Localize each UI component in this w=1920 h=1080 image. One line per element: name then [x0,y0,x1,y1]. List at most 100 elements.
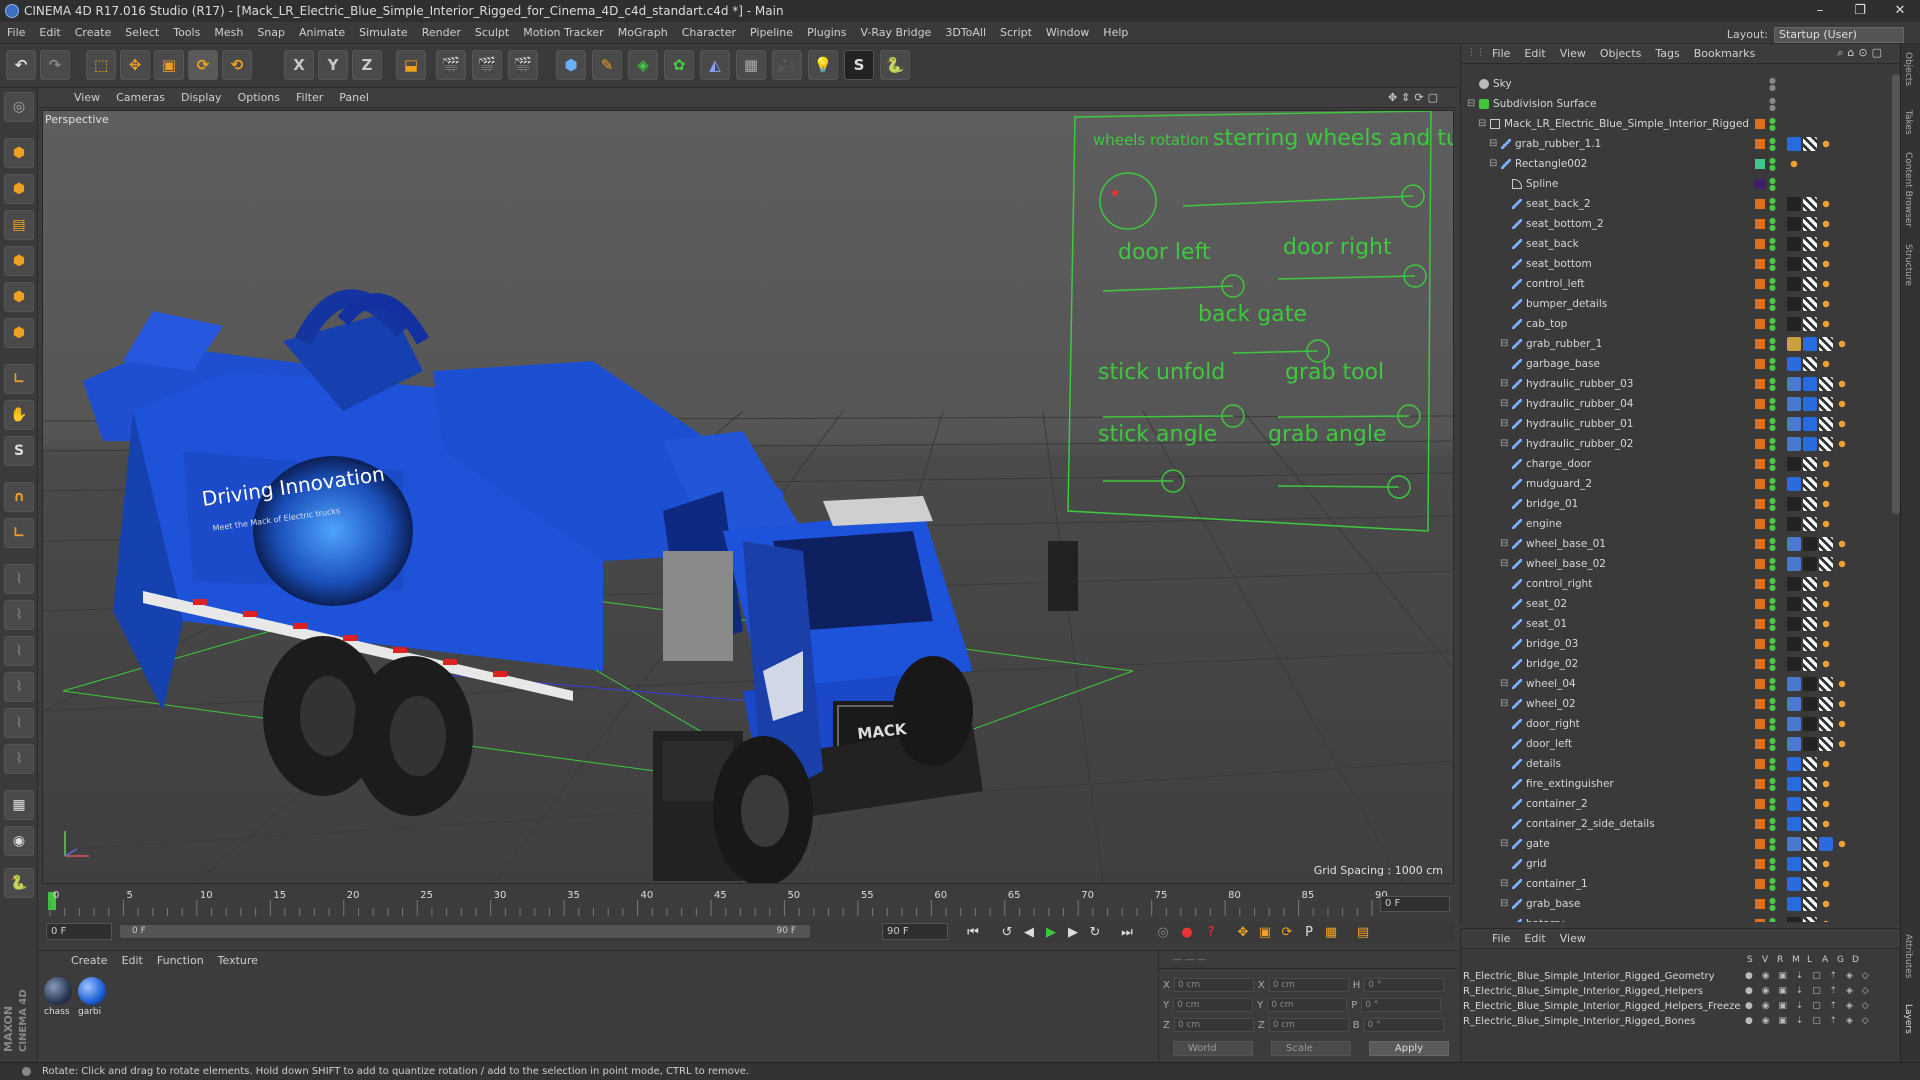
object-menu-edit[interactable]: Edit [1517,44,1552,64]
render-picture-viewer-icon[interactable]: 🎬 [472,50,502,80]
key-parameter-icon[interactable]: P [1298,922,1320,942]
object-row-grab-base[interactable]: ⊟ grab_base ● ● [1461,894,1891,914]
menu-v-ray-bridge[interactable]: V-Ray Bridge [853,22,938,44]
magnet-icon[interactable]: ∩ [4,482,34,512]
menu-3dtoall[interactable]: 3DToAll [938,22,993,44]
object-tag-icon[interactable] [1819,277,1833,291]
layer-menu-view[interactable]: View [1553,929,1593,949]
layer-color-swatch[interactable] [1755,219,1765,229]
object-tag-icon[interactable] [1819,377,1833,391]
layer-color-swatch[interactable] [1755,779,1765,789]
object-tag-icon[interactable] [1819,877,1833,891]
object-tag-icon[interactable] [1819,517,1833,531]
object-tag-icon[interactable] [1803,817,1817,831]
object-row-details[interactable]: details ● ● [1461,754,1891,774]
object-tag-icon[interactable] [1787,817,1801,831]
object-row-bumper-details[interactable]: bumper_details ● ● [1461,294,1891,314]
object-tag-icon[interactable] [1787,357,1801,371]
visibility-dots-icon[interactable]: ● ● [1769,817,1776,832]
key-rotation-icon[interactable]: ⟳ [1276,922,1298,942]
layer-menu-edit[interactable]: Edit [1517,929,1552,949]
object-tag-icon[interactable] [1819,437,1833,451]
timeline-ruler[interactable]: 051015202530354045505560657075808590 0 F [42,886,1454,922]
object-tag-icon[interactable] [1803,857,1817,871]
object-tag-icon[interactable] [1803,137,1817,151]
visibility-dots-icon[interactable]: ● ● [1769,277,1776,292]
layer-color-swatch[interactable] [1755,139,1765,149]
object-tag-icon[interactable] [1787,237,1801,251]
object-row-seat-back[interactable]: seat_back ● ● [1461,234,1891,254]
expand-toggle-icon[interactable]: ⊟ [1500,534,1508,554]
object-tag-icon[interactable] [1819,657,1833,671]
key-pla-icon[interactable]: ▦ [1320,922,1342,942]
visibility-dots-icon[interactable]: ● ● [1769,297,1776,312]
layer-flag-icons[interactable]: ● ◉ ▣ ⇣ ▢ ⇡ ◈ ◇ [1745,1014,1872,1029]
object-row-bridge-03[interactable]: bridge_03 ● ● [1461,634,1891,654]
tab-layers[interactable]: Layers [1903,1004,1913,1034]
layer-color-swatch[interactable] [1755,899,1765,909]
move-icon[interactable]: ✥ [120,50,150,80]
visibility-dots-icon[interactable]: ● ● [1769,677,1776,692]
object-tag-icon[interactable] [1819,837,1833,851]
object-tag-icon[interactable] [1803,197,1817,211]
menu-tools[interactable]: Tools [166,22,207,44]
sculpt-brush-4-icon[interactable]: ⌇ [4,672,34,702]
layer-color-swatch[interactable] [1755,719,1765,729]
go-to-start-icon[interactable]: ⏮ [962,922,984,942]
object-tag-icon[interactable] [1803,617,1817,631]
object-row-door-right[interactable]: door_right ● ● [1461,714,1891,734]
object-tag-icon[interactable] [1787,317,1801,331]
layer-color-swatch[interactable] [1755,239,1765,249]
python-left-icon[interactable]: 🐍 [4,868,34,898]
rotation-h-field[interactable]: 0 ° [1364,978,1445,992]
object-tag-icon[interactable] [1803,877,1817,891]
layout-dropdown[interactable]: Startup (User) [1774,27,1904,43]
layer-color-swatch[interactable] [1755,859,1765,869]
layer-color-swatch[interactable] [1755,759,1765,769]
object-tag-icon[interactable] [1819,857,1833,871]
z-axis-lock-icon[interactable]: Z [352,50,382,80]
layer-color-swatch[interactable] [1755,199,1765,209]
edges-mode-icon[interactable]: ⬢ [4,282,34,312]
layer-color-swatch[interactable] [1755,559,1765,569]
menu-script[interactable]: Script [993,22,1039,44]
object-tag-icon[interactable] [1787,877,1801,891]
object-tag-icon[interactable] [1787,657,1801,671]
sculpt-brush-5-icon[interactable]: ⌇ [4,708,34,738]
expand-toggle-icon[interactable]: ⊟ [1500,394,1508,414]
layer-color-swatch[interactable] [1755,299,1765,309]
rotation-b-field[interactable]: 0 ° [1363,1018,1444,1032]
object-tag-icon[interactable] [1803,257,1817,271]
object-tag-icon[interactable] [1819,697,1833,711]
object-row-control-left[interactable]: control_left ● ● [1461,274,1891,294]
menu-pipeline[interactable]: Pipeline [743,22,800,44]
object-tag-icon[interactable] [1803,637,1817,651]
object-tag-icon[interactable] [1803,837,1817,851]
visibility-dots-icon[interactable]: ● ● [1769,357,1776,372]
object-tag-icon[interactable] [1787,277,1801,291]
menu-edit[interactable]: Edit [32,22,67,44]
layer-color-swatch[interactable] [1755,459,1765,469]
layer-column-r[interactable]: R [1777,955,1783,965]
layer-row[interactable]: R_Electric_Blue_Simple_Interior_Rigged_B… [1461,1014,1901,1029]
key-position-icon[interactable]: ✥ [1232,922,1254,942]
tab-takes[interactable]: Takes [1903,110,1913,135]
visibility-dots-icon[interactable]: ● ● [1769,837,1776,852]
material-ball-chassis[interactable] [44,977,72,1005]
position-x-field[interactable]: 0 cm [1173,978,1254,992]
object-tag-icon[interactable] [1787,397,1801,411]
visibility-dots-icon[interactable]: ● ● [1769,117,1776,132]
object-row-subdivision-surface[interactable]: ⊟ Subdivision Surface ● ● [1461,94,1891,114]
object-row-control-right[interactable]: control_right ● ● [1461,574,1891,594]
tab-content-browser[interactable]: Content Browser [1903,152,1913,227]
menu-window[interactable]: Window [1039,22,1096,44]
viewport-menu-filter[interactable]: Filter [288,88,331,108]
expand-toggle-icon[interactable]: ⊟ [1500,894,1508,914]
model-mode-icon[interactable]: ⬢ [4,138,34,168]
y-axis-lock-icon[interactable]: Y [318,50,348,80]
object-tag-icon[interactable] [1787,637,1801,651]
visibility-dots-icon[interactable]: ● ● [1769,397,1776,412]
object-tag-icon[interactable] [1787,297,1801,311]
object-tag-icon[interactable] [1803,397,1817,411]
object-row-hydraulic-rubber-03[interactable]: ⊟ hydraulic_rubber_03 ● ● [1461,374,1891,394]
